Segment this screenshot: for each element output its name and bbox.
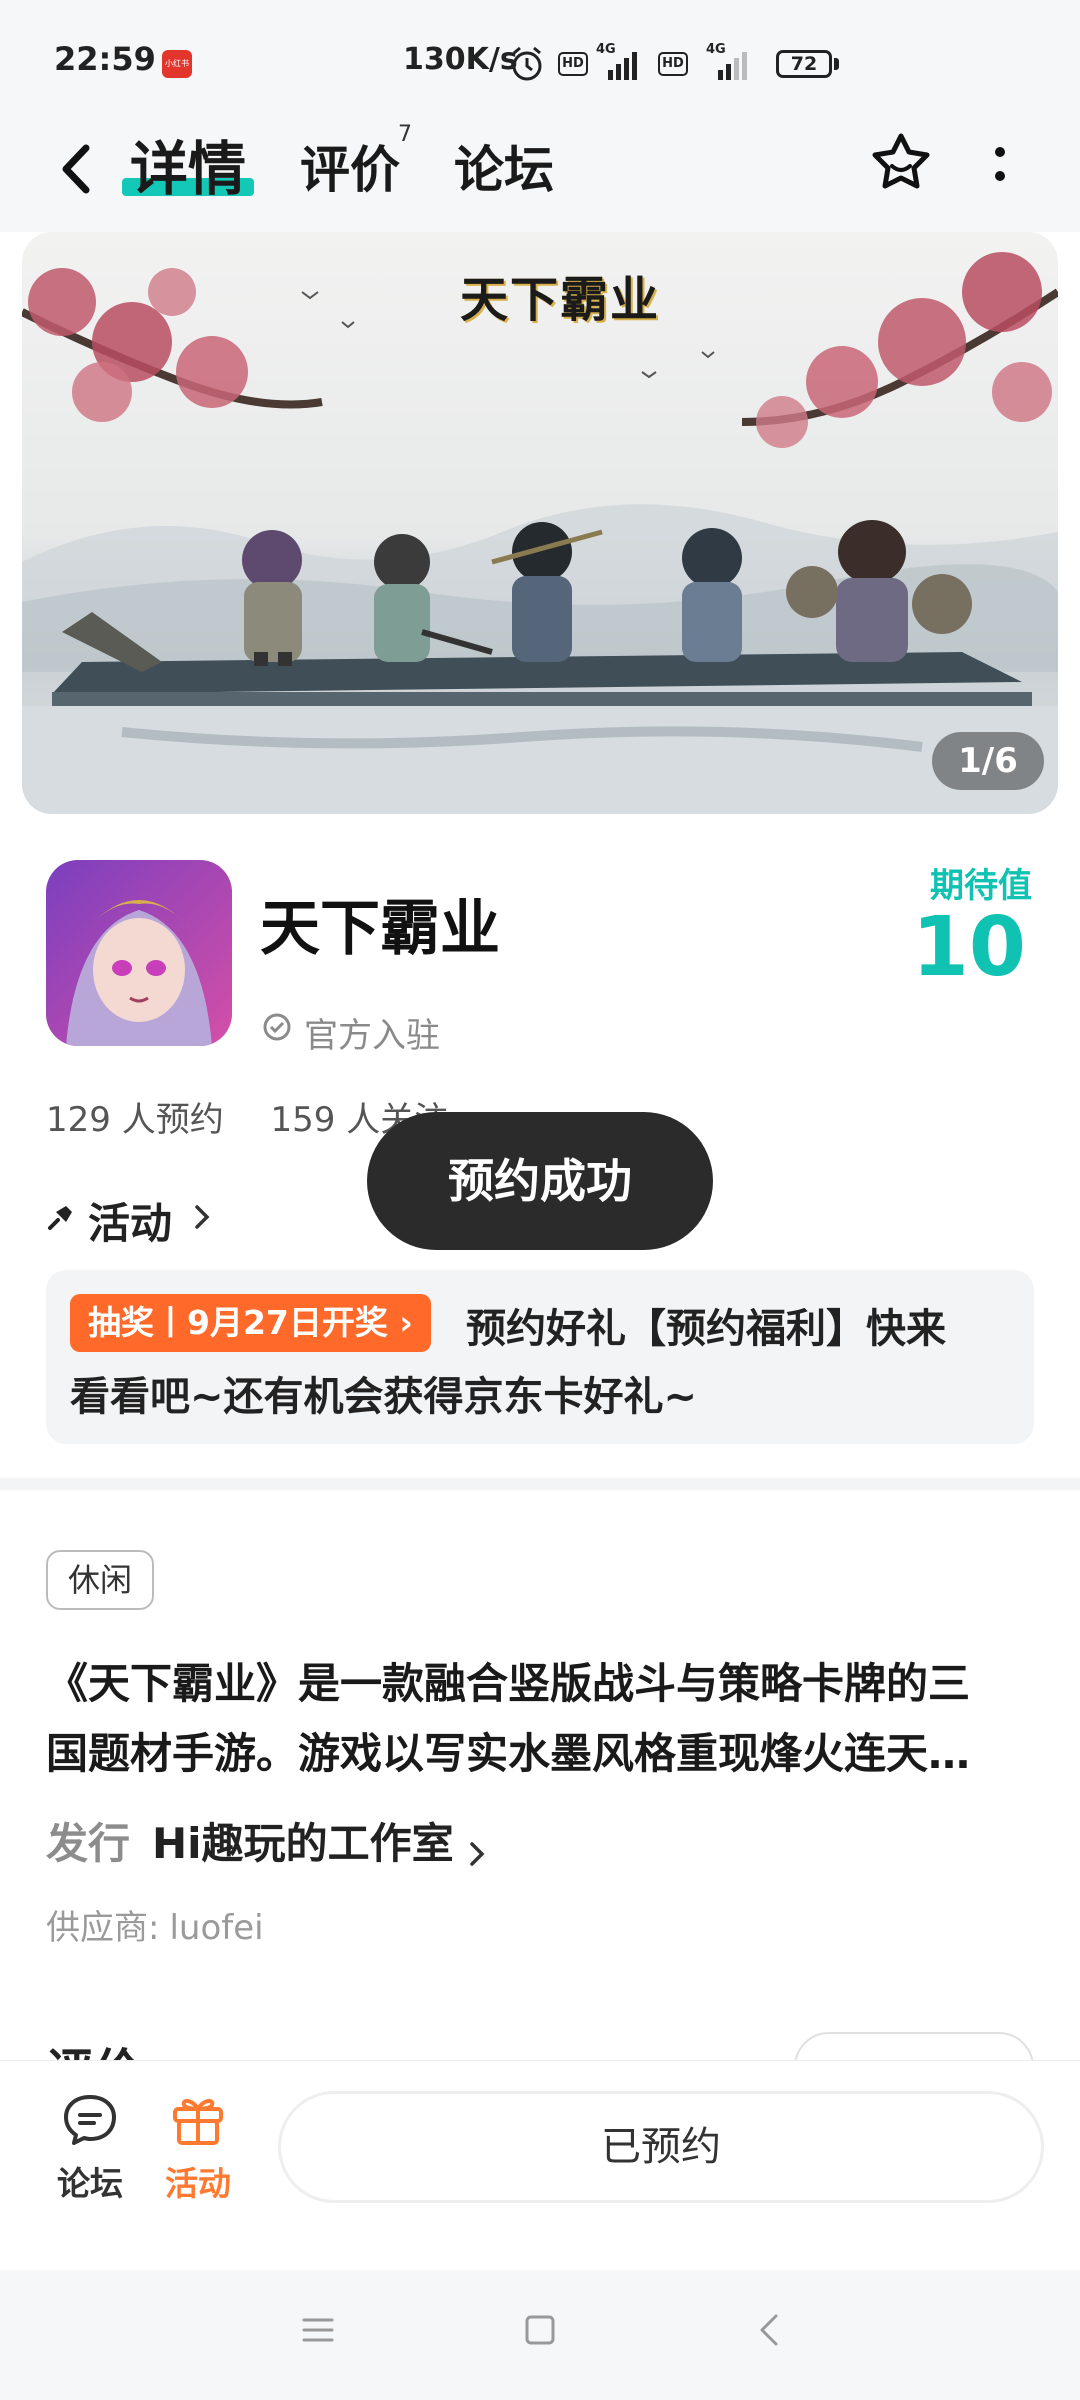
verified-label: 官方入驻 [304,1016,440,1056]
alarm-icon [512,46,542,81]
reviews-section-title: 评价 [46,2032,142,2060]
verified-check-icon [263,1013,291,1041]
battery-indicator: 72 [776,50,832,78]
status-bar: 22:59 小红书 130K/s HD 4G HD 4G 72 [0,0,1080,120]
reserved-button[interactable]: 已预约 [278,2091,1044,2203]
publisher-name: Hi趣玩的工作室 [152,1819,454,1868]
lottery-tag-label: 抽奖丨9月27日开奖 [88,1303,388,1342]
bottom-tab-forum-label: 论坛 [57,2164,123,2203]
back-arrow-icon[interactable] [48,134,108,204]
activity-card[interactable]: 抽奖丨9月27日开奖 › 预约好礼【预约福利】快来 看看吧~还有机会获得京东卡好… [46,1270,1034,1444]
supplier-name: luofei [169,1908,264,1948]
section-divider [0,1478,1080,1490]
forum-chat-icon [64,2095,116,2145]
top-nav: 详情 评价 7 论坛 [0,120,1080,232]
bottom-tab-forum[interactable]: 论坛 [40,2091,140,2231]
game-icon [46,860,232,1046]
genre-tag[interactable]: 休闲 [46,1550,155,1610]
banner-game-logo: 天下霸业 [460,272,661,328]
toast-message: 预约成功 [367,1112,713,1250]
tab-review[interactable]: 评价 [300,130,400,202]
more-options-icon[interactable] [980,134,1020,200]
pin-icon [48,1206,72,1230]
tab-forum[interactable]: 论坛 [454,130,554,202]
bottom-tab-activity-label: 活动 [165,2164,231,2203]
reviews-section-peek: 评价 [46,2030,1046,2060]
supplier-label: 供应商: [46,1908,160,1948]
reservation-count: 129 人预约 [46,1100,224,1140]
activity-text-line-2: 看看吧~还有机会获得京东卡好礼~ [70,1374,698,1420]
bottom-action-bar: 论坛 活动 已预约 [0,2060,1080,2270]
chevron-right-icon [469,1841,485,1866]
lottery-tag[interactable]: 抽奖丨9月27日开奖 › [70,1294,431,1352]
hd-icon-2: HD [658,52,688,76]
description-line-2[interactable]: 国题材手游。游戏以写实水墨风格重现烽火连天… [46,1720,970,1781]
status-time: 22:59 [54,40,156,78]
description-line-1[interactable]: 《天下霸业》是一款融合竖版战斗与策略卡牌的三 [46,1650,970,1711]
game-title: 天下霸业 [260,894,500,964]
network-speed: 130K/s [403,42,518,77]
chevron-right-icon [195,1205,210,1229]
signal-icon-2 [718,52,747,80]
expectation-value: 10 [911,900,1026,995]
menu-icon[interactable] [300,2310,336,2350]
follow-star-icon[interactable] [868,130,934,196]
battery-tip [834,58,839,70]
review-count-badge: 7 [398,122,412,147]
activity-text-line-1: 预约好礼【预约福利】快来 [466,1306,946,1352]
supplier-row: 供应商: luofei [46,1900,264,1949]
bottom-tab-activity[interactable]: 活动 [148,2091,248,2231]
signal-icon [608,52,637,80]
hd-icon: HD [558,52,588,76]
banner-carousel[interactable]: 天下霸业 1/6 [22,232,1058,814]
back-icon[interactable] [752,2310,788,2350]
gift-icon [173,2098,223,2145]
write-review-pill[interactable] [794,2032,1034,2060]
banner-page-counter: 1/6 [932,732,1044,790]
activity-title: 活动 [88,1199,173,1248]
app-notification-icon: 小红书 [162,50,192,78]
publisher-label: 发行 [46,1819,131,1868]
home-icon[interactable] [522,2310,558,2350]
tab-detail[interactable]: 详情 [130,122,246,206]
system-navigation-bar [0,2270,1080,2400]
publisher-row[interactable]: 发行 Hi趣玩的工作室 [46,1810,487,1870]
